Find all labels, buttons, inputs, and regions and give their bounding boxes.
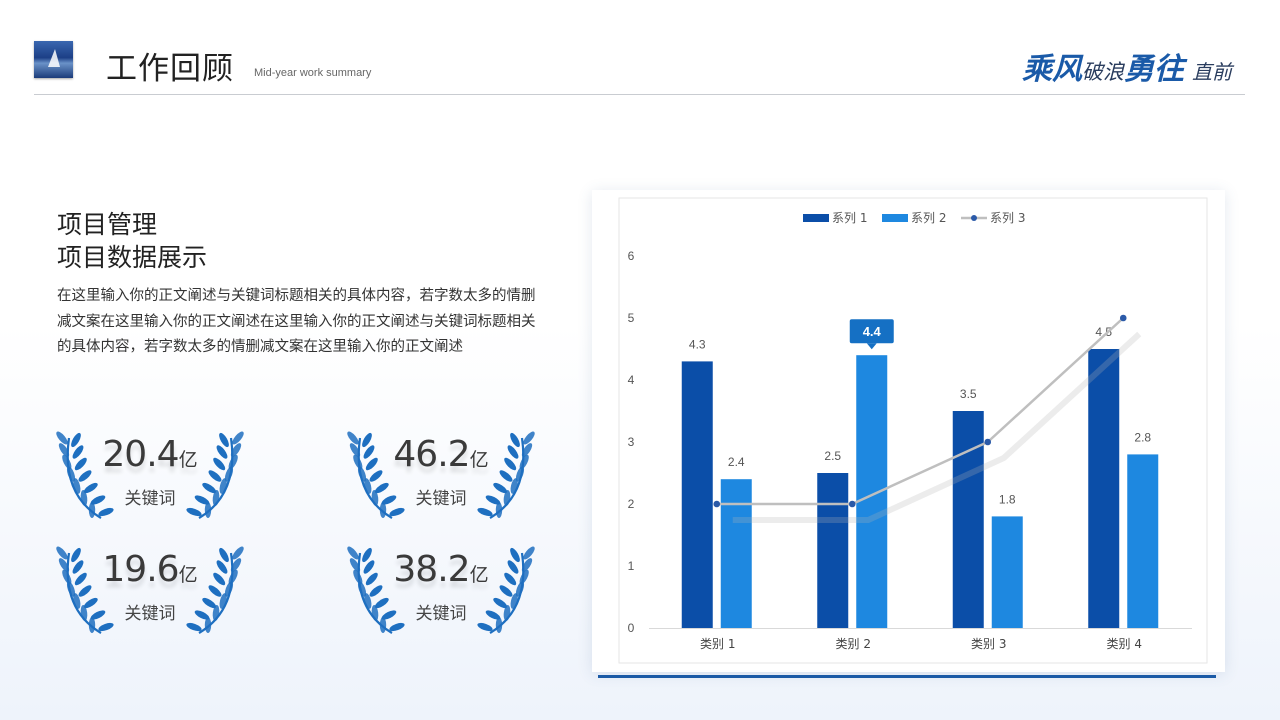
data-label-series2: 1.8 <box>999 492 1016 506</box>
legend-label: 系列 2 <box>911 211 946 225</box>
legend-swatch <box>803 214 829 222</box>
stat-card: 20.4亿 关键词 <box>55 430 245 522</box>
stat-unit: 亿 <box>469 564 489 586</box>
legend-label: 系列 1 <box>832 211 867 225</box>
x-tick-label: 类别 2 <box>836 637 871 651</box>
section-title-line2: 项目数据展示 <box>57 243 208 272</box>
x-tick-label: 类别 4 <box>1107 637 1142 651</box>
bar-series1 <box>952 411 984 628</box>
stat-unit: 亿 <box>178 449 198 471</box>
bar-series2 <box>1127 454 1159 628</box>
slogan-part1: 乘风 <box>1022 52 1082 87</box>
y-tick-label: 3 <box>628 435 635 449</box>
stat-unit: 亿 <box>178 564 198 586</box>
stat-label: 关键词 <box>415 604 467 624</box>
stat-label: 关键词 <box>124 489 176 509</box>
y-tick-label: 1 <box>628 559 635 573</box>
x-tick-label: 类别 3 <box>971 637 1006 651</box>
header-divider <box>34 94 1245 95</box>
slogan-part4: 直前 <box>1192 60 1232 84</box>
stat-label: 关键词 <box>124 604 176 624</box>
legend-swatch-marker <box>971 215 977 221</box>
bar-series2 <box>720 479 752 628</box>
data-label-series1: 4.3 <box>689 337 706 351</box>
stat-value: 20.4亿 <box>102 434 198 475</box>
line-series3-shadow <box>732 331 1142 523</box>
slogan: 乘风破浪勇往 直前 <box>1022 44 1232 88</box>
stat-value: 38.2亿 <box>393 549 489 590</box>
line-series3-marker <box>848 500 856 508</box>
page-title: 工作回顾 <box>106 51 234 87</box>
page-subtitle: Mid-year work summary <box>254 67 372 79</box>
data-label-series2: 2.4 <box>728 455 745 469</box>
bar-series1 <box>1088 349 1120 628</box>
header-thumbnail-image <box>34 41 73 78</box>
section-title-line1: 项目管理 <box>57 210 158 239</box>
line-series3-marker <box>1119 314 1127 322</box>
bar-series1 <box>681 361 713 628</box>
data-label-series1: 3.5 <box>960 387 977 401</box>
stat-value: 46.2亿 <box>393 434 489 475</box>
data-label-series1: 2.5 <box>824 449 841 463</box>
combo-chart: 0 1 2 3 4 5 6 类别 1 类别 2 类别 3 类别 4 4.3 2.4 2.5 4.4 3.5 1.… <box>618 197 1208 664</box>
y-tick-label: 5 <box>628 311 635 325</box>
chart-card: 0 1 2 3 4 5 6 类别 1 类别 2 类别 3 类别 4 4.3 2.4 2.5 4.4 3.5 1.… <box>592 190 1225 672</box>
data-label-series2: 2.8 <box>1134 430 1151 444</box>
bar-series2 <box>991 516 1023 628</box>
sailboat-icon <box>48 49 60 67</box>
section-title: 项目管理 项目数据展示 <box>57 208 207 274</box>
chart-legend: 系列 1 系列 2 系列 3 <box>803 211 1025 225</box>
highlight-callout-label: 4.4 <box>863 324 882 339</box>
y-tick-label: 2 <box>628 497 635 511</box>
legend-swatch <box>882 214 908 222</box>
stat-value: 19.6亿 <box>102 549 198 590</box>
line-series3 <box>716 317 1125 506</box>
y-tick-label: 6 <box>628 249 635 263</box>
highlight-callout-pointer <box>866 343 877 350</box>
slogan-part2: 破浪 <box>1082 60 1124 84</box>
stat-card: 38.2亿 关键词 <box>346 545 536 637</box>
bar-series2 <box>856 355 888 628</box>
line-series3-marker <box>984 438 992 446</box>
y-tick-label: 0 <box>628 621 635 635</box>
chart-accent-bar <box>598 675 1216 678</box>
stat-label: 关键词 <box>415 489 467 509</box>
line-series3-marker <box>713 500 721 508</box>
section-body-text: 在这里输入你的正文阐述与关键词标题相关的具体内容，若字数太多的情删减文案在这里输… <box>57 288 536 355</box>
stat-unit: 亿 <box>469 449 489 471</box>
x-tick-label: 类别 1 <box>700 637 735 651</box>
slogan-part3: 勇往 <box>1124 52 1184 87</box>
stat-card: 19.6亿 关键词 <box>55 545 245 637</box>
legend-label: 系列 3 <box>990 211 1025 225</box>
stat-card: 46.2亿 关键词 <box>346 430 536 522</box>
bar-series1 <box>817 473 849 628</box>
y-tick-label: 4 <box>628 373 635 387</box>
